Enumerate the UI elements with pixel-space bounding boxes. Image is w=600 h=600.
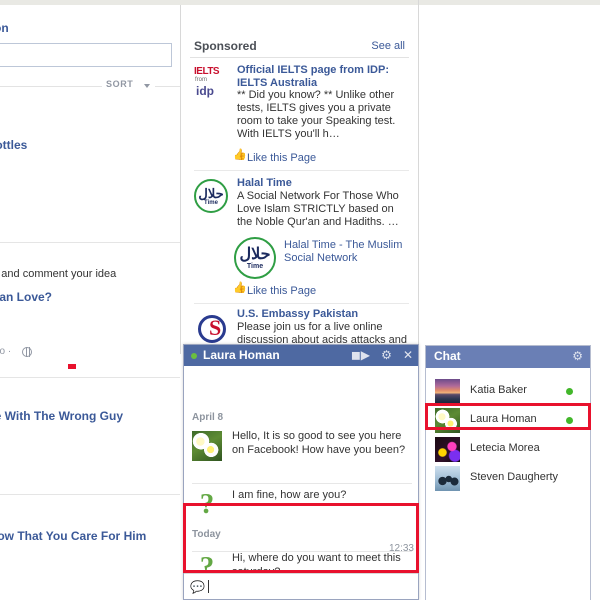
sort-divider-left (0, 86, 102, 87)
ielts-ad-body: Official IELTS page from IDP: IELTS Aust… (237, 64, 409, 141)
embassy-ad-title[interactable]: U.S. Embassy Pakistan (237, 308, 409, 321)
halal-logo-word: Time (204, 199, 218, 206)
chat-contact-steven-daugherty[interactable]: Steven Daugherty (426, 464, 590, 493)
post-link-3[interactable]: ve With The Wrong Guy (0, 409, 123, 423)
online-status-dot (566, 388, 573, 395)
day-separator-april-8: April 8 (192, 412, 224, 423)
avatar (435, 437, 460, 462)
halal-ad-body: Halal Time A Social Network For Those Wh… (237, 177, 409, 229)
halal-ad-title[interactable]: Halal Time (237, 177, 409, 190)
us-embassy-logo-letter: S (209, 315, 222, 340)
chat-contact-laura-homan[interactable]: Laura Homan (426, 406, 590, 435)
chevron-down-icon[interactable] (144, 84, 150, 88)
gear-icon[interactable]: ⚙ (381, 348, 392, 362)
sort-label[interactable]: SORT (106, 79, 133, 89)
sponsored-column: Sponsored See all IELTS from idp Officia… (190, 5, 418, 350)
sponsored-header: Sponsored See all (190, 37, 409, 58)
ielts-logo-from: from (195, 77, 207, 83)
ielts-logo-icon: IELTS from idp (194, 66, 230, 102)
sponsored-title: Sponsored (194, 39, 257, 53)
halal-ad-description: A Social Network For Those Who Love Isla… (237, 189, 399, 228)
question-mark-avatar: ? (192, 490, 222, 520)
question-mark-avatar: ? (192, 553, 222, 573)
us-embassy-logo-icon: S (194, 310, 232, 348)
sort-divider-right (155, 86, 180, 87)
message-divider-1 (192, 483, 412, 484)
post-text-1: ad and comment your idea (0, 268, 117, 280)
post-link-1[interactable]: ng bottles (0, 138, 27, 152)
chat-window-actions: ◼▶ ⚙ ✕ (343, 348, 413, 363)
left-search-input[interactable] (0, 43, 172, 67)
close-icon[interactable]: ✕ (403, 348, 413, 362)
ielts-logo-idp: idp (196, 84, 214, 98)
chat-message-1-text: Hello, It is so good to see you here on … (232, 430, 406, 456)
sponsored-divider-2 (194, 303, 409, 304)
thumbs-up-icon (233, 148, 247, 162)
comment-bubble-icon: 💬 (190, 580, 205, 594)
globe-icon (22, 347, 32, 357)
embassy-ad-description: Please join us for a live online discuss… (237, 320, 407, 346)
column-divider-left (180, 5, 181, 354)
post-link-4[interactable]: how That You Care For Him (0, 529, 146, 543)
chat-window[interactable]: Laura Homan ◼▶ ⚙ ✕ April 8 Hello, It is … (183, 344, 419, 600)
halal-logo2-word: Time (246, 262, 264, 270)
online-status-dot (566, 417, 573, 424)
halal-logo2-arabic: حلال (239, 245, 271, 263)
left-section-title: on (0, 21, 9, 35)
chat-window-contact-name: Laura Homan (203, 348, 280, 362)
chat-window-titlebar[interactable]: Laura Homan ◼▶ ⚙ ✕ (184, 345, 418, 366)
halal-sub-ad-title[interactable]: Halal Time - The Muslim Social Network (284, 239, 404, 265)
divider-2 (0, 377, 180, 378)
sort-row: SORT (0, 79, 180, 93)
ielts-logo-text: IELTS (194, 66, 220, 77)
divider-1 (0, 242, 180, 243)
divider-3 (0, 494, 180, 495)
chat-contact-name: Laura Homan (470, 413, 537, 425)
chat-message-input[interactable]: 💬 (184, 573, 418, 599)
avatar (435, 466, 460, 491)
avatar (435, 408, 460, 433)
ielts-like-label: Like this Page (247, 152, 317, 164)
chat-contact-name: Letecia Morea (470, 442, 540, 454)
video-call-icon[interactable]: ◼▶ (351, 348, 370, 362)
post-meta-1: go · (0, 346, 12, 357)
newsfeed-left-column: on SORT ng bottles ad and comment your i… (0, 5, 180, 590)
column-divider-right (418, 0, 419, 345)
flower-avatar (192, 431, 222, 461)
chat-sidebar[interactable]: Chat ⚙ Katia Baker Laura Homan Letecia M… (425, 345, 591, 600)
chat-message-3-text: Hi, where do you want to meet this satur… (232, 552, 401, 573)
day-separator-today: Today (192, 529, 221, 540)
ielts-like-page-button[interactable]: Like this Page (233, 148, 317, 164)
chat-contact-katia-baker[interactable]: Katia Baker (426, 377, 590, 406)
halal-like-label: Like this Page (247, 285, 317, 297)
halal-logo-arabic: حلال (198, 185, 224, 201)
chat-sidebar-header[interactable]: Chat ⚙ (426, 346, 590, 368)
ielts-ad-title[interactable]: Official IELTS page from IDP: IELTS Aust… (237, 64, 409, 89)
avatar (435, 379, 460, 404)
chat-contact-letecia-morea[interactable]: Letecia Morea (426, 435, 590, 464)
halal-time-secondary-logo-icon[interactable]: حلال Time (234, 237, 276, 279)
thumbs-up-icon (233, 281, 247, 295)
chat-contact-name: Steven Daugherty (470, 471, 559, 483)
post-link-2[interactable]: han Love? (0, 290, 52, 304)
annotation-tick-mark (68, 364, 76, 369)
online-status-dot (191, 353, 197, 359)
text-cursor (208, 580, 209, 593)
halal-like-page-button[interactable]: Like this Page (233, 281, 317, 297)
embassy-ad-body: U.S. Embassy Pakistan Please join us for… (237, 308, 409, 347)
see-all-link[interactable]: See all (371, 40, 405, 52)
chat-message-2-text: I am fine, how are you? (232, 489, 347, 501)
chat-sidebar-title: Chat (434, 349, 461, 363)
gear-icon[interactable]: ⚙ (572, 349, 583, 363)
chat-window-messages[interactable]: April 8 Hello, It is so good to see you … (184, 366, 418, 573)
chat-contact-name: Katia Baker (470, 384, 527, 396)
ielts-ad-description: ** Did you know? ** Unlike other tests, … (237, 89, 396, 140)
screenshot-root: on SORT ng bottles ad and comment your i… (0, 0, 600, 600)
sponsored-divider-1 (194, 170, 409, 171)
halal-time-logo-icon: حلال Time (194, 179, 228, 213)
